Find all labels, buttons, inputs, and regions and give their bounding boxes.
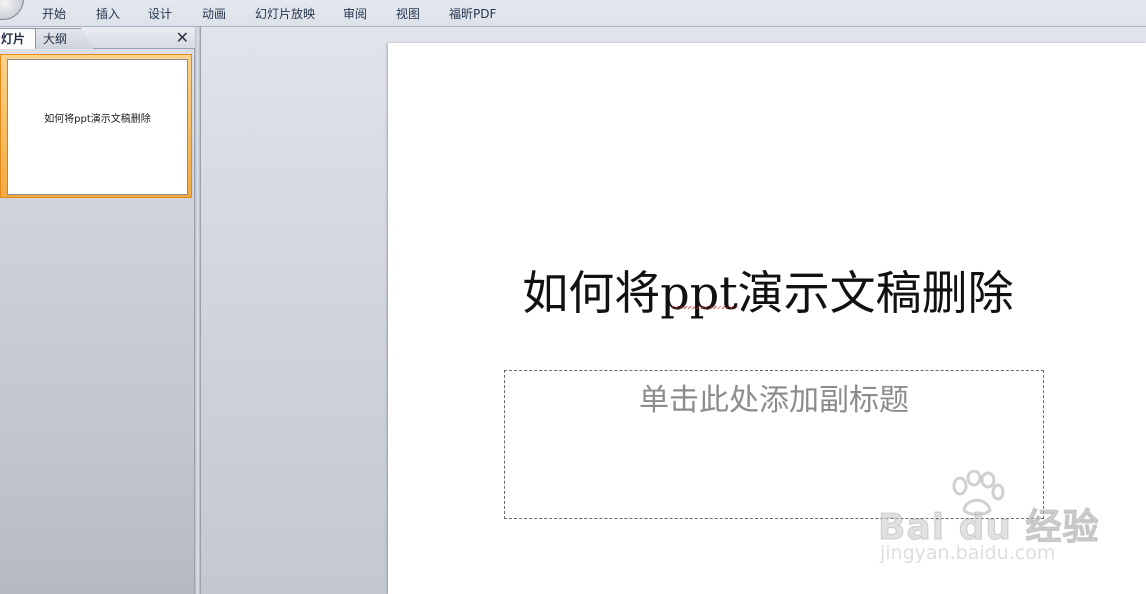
close-icon[interactable]: ✕ xyxy=(176,28,189,48)
tab-view[interactable]: 视图 xyxy=(396,5,420,22)
tab-insert[interactable]: 插入 xyxy=(96,5,120,22)
subtitle-placeholder-text: 单击此处添加副标题 xyxy=(639,383,909,418)
ribbon-tab-bar: 开始 插入 设计 动画 幻灯片放映 审阅 视图 福昕PDF xyxy=(0,0,1146,27)
slide-title[interactable]: 如何将ppt演示文稿删除 xyxy=(498,257,1038,323)
tab-design[interactable]: 设计 xyxy=(148,5,172,22)
tab-outline[interactable]: 大纲 xyxy=(36,28,94,49)
slide-thumbnail: 如何将ppt演示文稿删除 xyxy=(7,59,188,195)
tab-animations[interactable]: 动画 xyxy=(202,5,226,22)
panel-tab-strip: 灯片 大纲 ✕ xyxy=(0,27,195,49)
tab-slide-show[interactable]: 幻灯片放映 xyxy=(255,5,315,22)
spellcheck-underline xyxy=(672,306,738,309)
slides-panel: 灯片 大纲 ✕ 如何将ppt演示文稿删除 xyxy=(0,27,195,594)
thumbnail-title: 如何将ppt演示文稿删除 xyxy=(44,114,151,125)
office-button[interactable] xyxy=(0,0,24,20)
tab-slides[interactable]: 灯片 xyxy=(0,28,36,49)
tab-home[interactable]: 开始 xyxy=(42,5,66,22)
slide-thumbnail-selected[interactable]: 如何将ppt演示文稿删除 xyxy=(0,54,192,198)
tab-review[interactable]: 审阅 xyxy=(343,5,367,22)
subtitle-placeholder-box[interactable]: 单击此处添加副标题 xyxy=(504,370,1044,519)
tab-foxit-pdf[interactable]: 福昕PDF xyxy=(449,5,496,22)
slide-canvas[interactable]: 如何将ppt演示文稿删除 单击此处添加副标题 xyxy=(388,43,1146,594)
